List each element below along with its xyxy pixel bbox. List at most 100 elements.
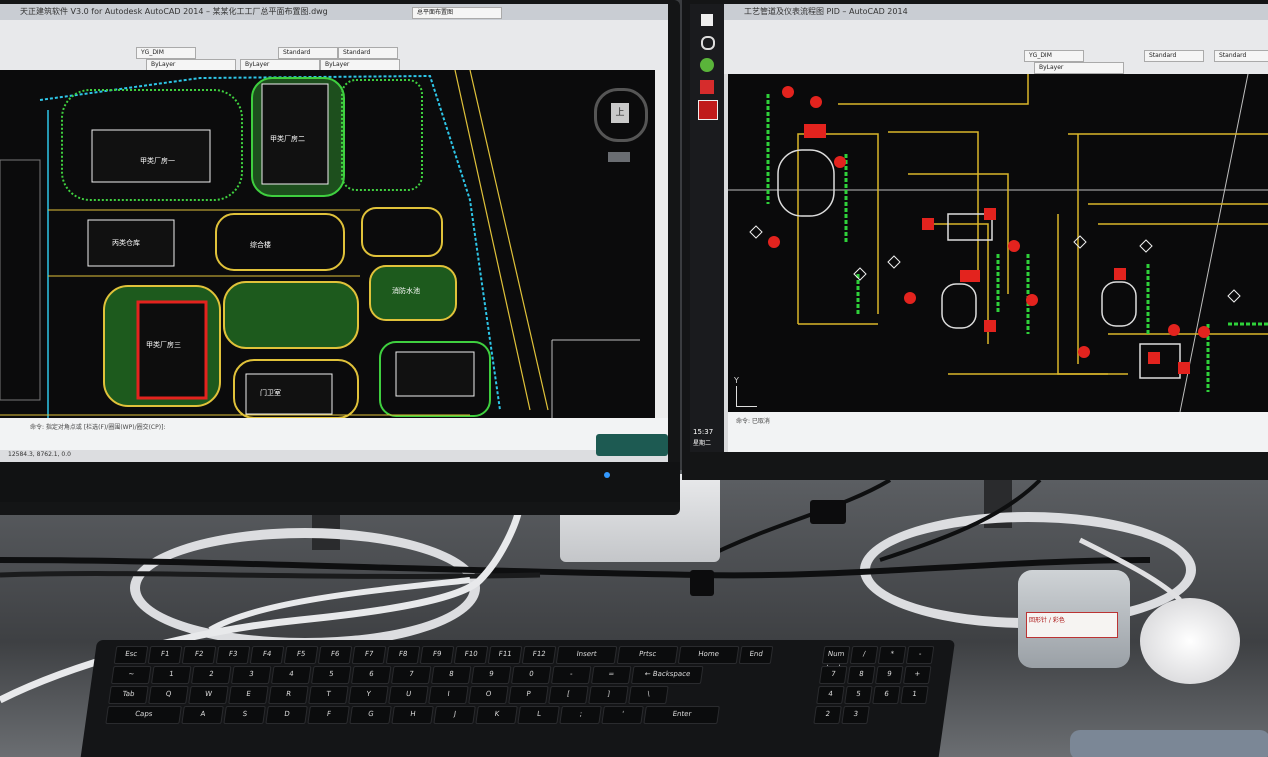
key-keyboard_keys_row1-11[interactable]: F11 bbox=[487, 646, 523, 664]
right-text-style-select[interactable]: Standard bbox=[1144, 50, 1204, 62]
viewcube-face[interactable]: 上 bbox=[611, 103, 629, 123]
text-style-select[interactable]: Standard bbox=[278, 47, 338, 59]
right-monitor: 15:37 星期二 工艺管道及仪表流程图 PID – AutoCAD 2014 … bbox=[682, 0, 1268, 480]
numpad-key-0[interactable]: Num Lock bbox=[821, 646, 851, 672]
search-icon[interactable] bbox=[701, 36, 715, 50]
key-keyboard_keys_row1-14[interactable]: Prtsc bbox=[616, 646, 679, 664]
autocad-icon[interactable] bbox=[698, 100, 718, 120]
key-keyboard_keys_row3-11[interactable]: [ bbox=[548, 686, 589, 704]
key-keyboard_keys_row2-4[interactable]: 4 bbox=[270, 666, 312, 684]
numpad-key-2[interactable]: * bbox=[877, 646, 907, 664]
key-keyboard_keys_row2-2[interactable]: 2 bbox=[190, 666, 232, 684]
left-drawing-canvas[interactable]: 甲类厂房一 甲类厂房二 丙类仓库 甲类厂房三 综合楼 消防水池 门卫室 上 bbox=[0, 70, 655, 418]
key-keyboard_keys_row1-15[interactable]: Home bbox=[677, 646, 740, 664]
key-keyboard_keys_row3-10[interactable]: P bbox=[508, 686, 549, 704]
key-keyboard_keys_row3-1[interactable]: Q bbox=[148, 686, 189, 704]
numpad-key-3[interactable]: - bbox=[905, 646, 935, 664]
numpad-key-9[interactable]: 5 bbox=[844, 686, 873, 704]
key-keyboard_keys_row2-0[interactable]: ~ bbox=[110, 666, 152, 684]
numpad-key-12[interactable]: 2 bbox=[813, 706, 842, 724]
key-keyboard_keys_row2-8[interactable]: 8 bbox=[430, 666, 472, 684]
key-keyboard_keys_row3-3[interactable]: E bbox=[228, 686, 269, 704]
key-keyboard_keys_row1-2[interactable]: F2 bbox=[181, 646, 217, 664]
numpad-key-6[interactable]: 9 bbox=[874, 666, 904, 684]
right-dim-style-select[interactable]: YG_DIM bbox=[1024, 50, 1084, 62]
key-keyboard_keys_row2-13[interactable]: ← Backspace bbox=[630, 666, 704, 684]
key-keyboard_keys_row1-13[interactable]: Insert bbox=[555, 646, 618, 664]
key-keyboard_keys_row1-0[interactable]: Esc bbox=[113, 646, 149, 664]
key-keyboard_keys_row2-5[interactable]: 5 bbox=[310, 666, 352, 684]
key-keyboard_keys_row4-5[interactable]: G bbox=[349, 706, 393, 724]
key-keyboard_keys_row1-1[interactable]: F1 bbox=[147, 646, 183, 664]
right-drawing-canvas[interactable]: Y bbox=[728, 74, 1268, 412]
key-keyboard_keys_row1-12[interactable]: F12 bbox=[521, 646, 557, 664]
key-keyboard_keys_row3-8[interactable]: I bbox=[428, 686, 469, 704]
numpad-key-13[interactable]: 3 bbox=[841, 706, 870, 724]
key-keyboard_keys_row3-12[interactable]: ] bbox=[588, 686, 629, 704]
key-keyboard_keys_row4-7[interactable]: J bbox=[433, 706, 477, 724]
key-keyboard_keys_row2-3[interactable]: 3 bbox=[230, 666, 272, 684]
left-ribbon-toolbar: YG_DIM Standard Standard ByLayer ByLayer… bbox=[0, 7, 668, 71]
file-tab[interactable]: 总平面布置图 bbox=[412, 7, 502, 19]
key-keyboard_keys_row1-5[interactable]: F5 bbox=[283, 646, 319, 664]
key-keyboard_keys_row4-4[interactable]: F bbox=[307, 706, 351, 724]
left-scrollbar[interactable] bbox=[655, 70, 668, 418]
keyboard[interactable]: Esc F1 F2 F3 F4 F5 F6 F7 F8 F9 F10 F11 F12 Insert Prts… bbox=[78, 640, 956, 757]
key-keyboard_keys_row2-6[interactable]: 6 bbox=[350, 666, 392, 684]
navigation-bar[interactable] bbox=[608, 152, 630, 162]
key-keyboard_keys_row3-2[interactable]: W bbox=[188, 686, 229, 704]
numpad-key-7[interactable]: + bbox=[902, 666, 932, 684]
key-keyboard_keys_row4-6[interactable]: H bbox=[391, 706, 435, 724]
key-keyboard_keys_row3-9[interactable]: O bbox=[468, 686, 509, 704]
key-keyboard_keys_row1-9[interactable]: F9 bbox=[419, 646, 455, 664]
key-keyboard_keys_row4-1[interactable]: A bbox=[181, 706, 225, 724]
table-style-select[interactable]: Standard bbox=[338, 47, 398, 59]
key-keyboard_keys_row4-10[interactable]: ; bbox=[559, 706, 603, 724]
key-keyboard_keys_row2-1[interactable]: 1 bbox=[150, 666, 192, 684]
numpad-key-10[interactable]: 6 bbox=[872, 686, 901, 704]
monitor-osd-buttons[interactable] bbox=[596, 434, 668, 456]
viewcube[interactable]: 上 bbox=[594, 88, 648, 142]
right-window-titlebar: 工艺管道及仪表流程图 PID – AutoCAD 2014 bbox=[724, 4, 1268, 20]
key-keyboard_keys_row2-7[interactable]: 7 bbox=[390, 666, 432, 684]
key-keyboard_keys_row2-9[interactable]: 9 bbox=[470, 666, 512, 684]
key-keyboard_keys_row4-8[interactable]: K bbox=[475, 706, 519, 724]
key-keyboard_keys_row4-11[interactable]: ' bbox=[601, 706, 645, 724]
key-keyboard_keys_row4-2[interactable]: S bbox=[223, 706, 267, 724]
numpad-key-8[interactable]: 4 bbox=[816, 686, 845, 704]
start-icon[interactable] bbox=[701, 14, 713, 26]
app-icon-red[interactable] bbox=[700, 80, 714, 94]
key-keyboard_keys_row3-7[interactable]: U bbox=[388, 686, 429, 704]
key-keyboard_keys_row1-7[interactable]: F7 bbox=[351, 646, 387, 664]
key-keyboard_keys_row1-6[interactable]: F6 bbox=[317, 646, 353, 664]
pid-drawing bbox=[728, 74, 1268, 412]
key-keyboard_keys_row1-16[interactable]: End bbox=[738, 646, 774, 664]
numpad-key-1[interactable]: / bbox=[849, 646, 879, 664]
dim-style-select[interactable]: YG_DIM bbox=[136, 47, 196, 59]
key-keyboard_keys_row2-10[interactable]: 0 bbox=[510, 666, 552, 684]
key-keyboard_keys_row3-0[interactable]: Tab bbox=[108, 686, 149, 704]
key-keyboard_keys_row2-12[interactable]: = bbox=[590, 666, 632, 684]
right-command-line[interactable]: 命令: 已取消 bbox=[728, 412, 1268, 452]
key-keyboard_keys_row3-6[interactable]: Y bbox=[348, 686, 389, 704]
key-keyboard_keys_row4-12[interactable]: Enter bbox=[643, 706, 721, 724]
left-status-bar: 12584.3, 8762.1, 0.0 bbox=[0, 450, 668, 462]
key-keyboard_keys_row4-0[interactable]: Caps bbox=[105, 706, 183, 724]
key-keyboard_keys_row1-4[interactable]: F4 bbox=[249, 646, 285, 664]
key-keyboard_keys_row3-5[interactable]: T bbox=[308, 686, 349, 704]
key-keyboard_keys_row4-3[interactable]: D bbox=[265, 706, 309, 724]
numpad-key-4[interactable]: 7 bbox=[818, 666, 848, 684]
browser-icon[interactable] bbox=[700, 58, 714, 72]
key-keyboard_keys_row1-10[interactable]: F10 bbox=[453, 646, 489, 664]
right-table-style-select[interactable]: Standard bbox=[1214, 50, 1268, 62]
key-keyboard_keys_row4-9[interactable]: L bbox=[517, 706, 561, 724]
key-keyboard_keys_row2-11[interactable]: - bbox=[550, 666, 592, 684]
key-keyboard_keys_row3-4[interactable]: R bbox=[268, 686, 309, 704]
right-layer-select[interactable]: ByLayer bbox=[1034, 62, 1124, 74]
key-keyboard_keys_row3-13[interactable]: \ bbox=[628, 686, 669, 704]
key-keyboard_keys_row1-3[interactable]: F3 bbox=[215, 646, 251, 664]
numpad-key-11[interactable]: 1 bbox=[900, 686, 929, 704]
key-keyboard_keys_row1-8[interactable]: F8 bbox=[385, 646, 421, 664]
numpad-key-5[interactable]: 8 bbox=[846, 666, 876, 684]
building-label-4: 甲类厂房三 bbox=[146, 341, 181, 349]
